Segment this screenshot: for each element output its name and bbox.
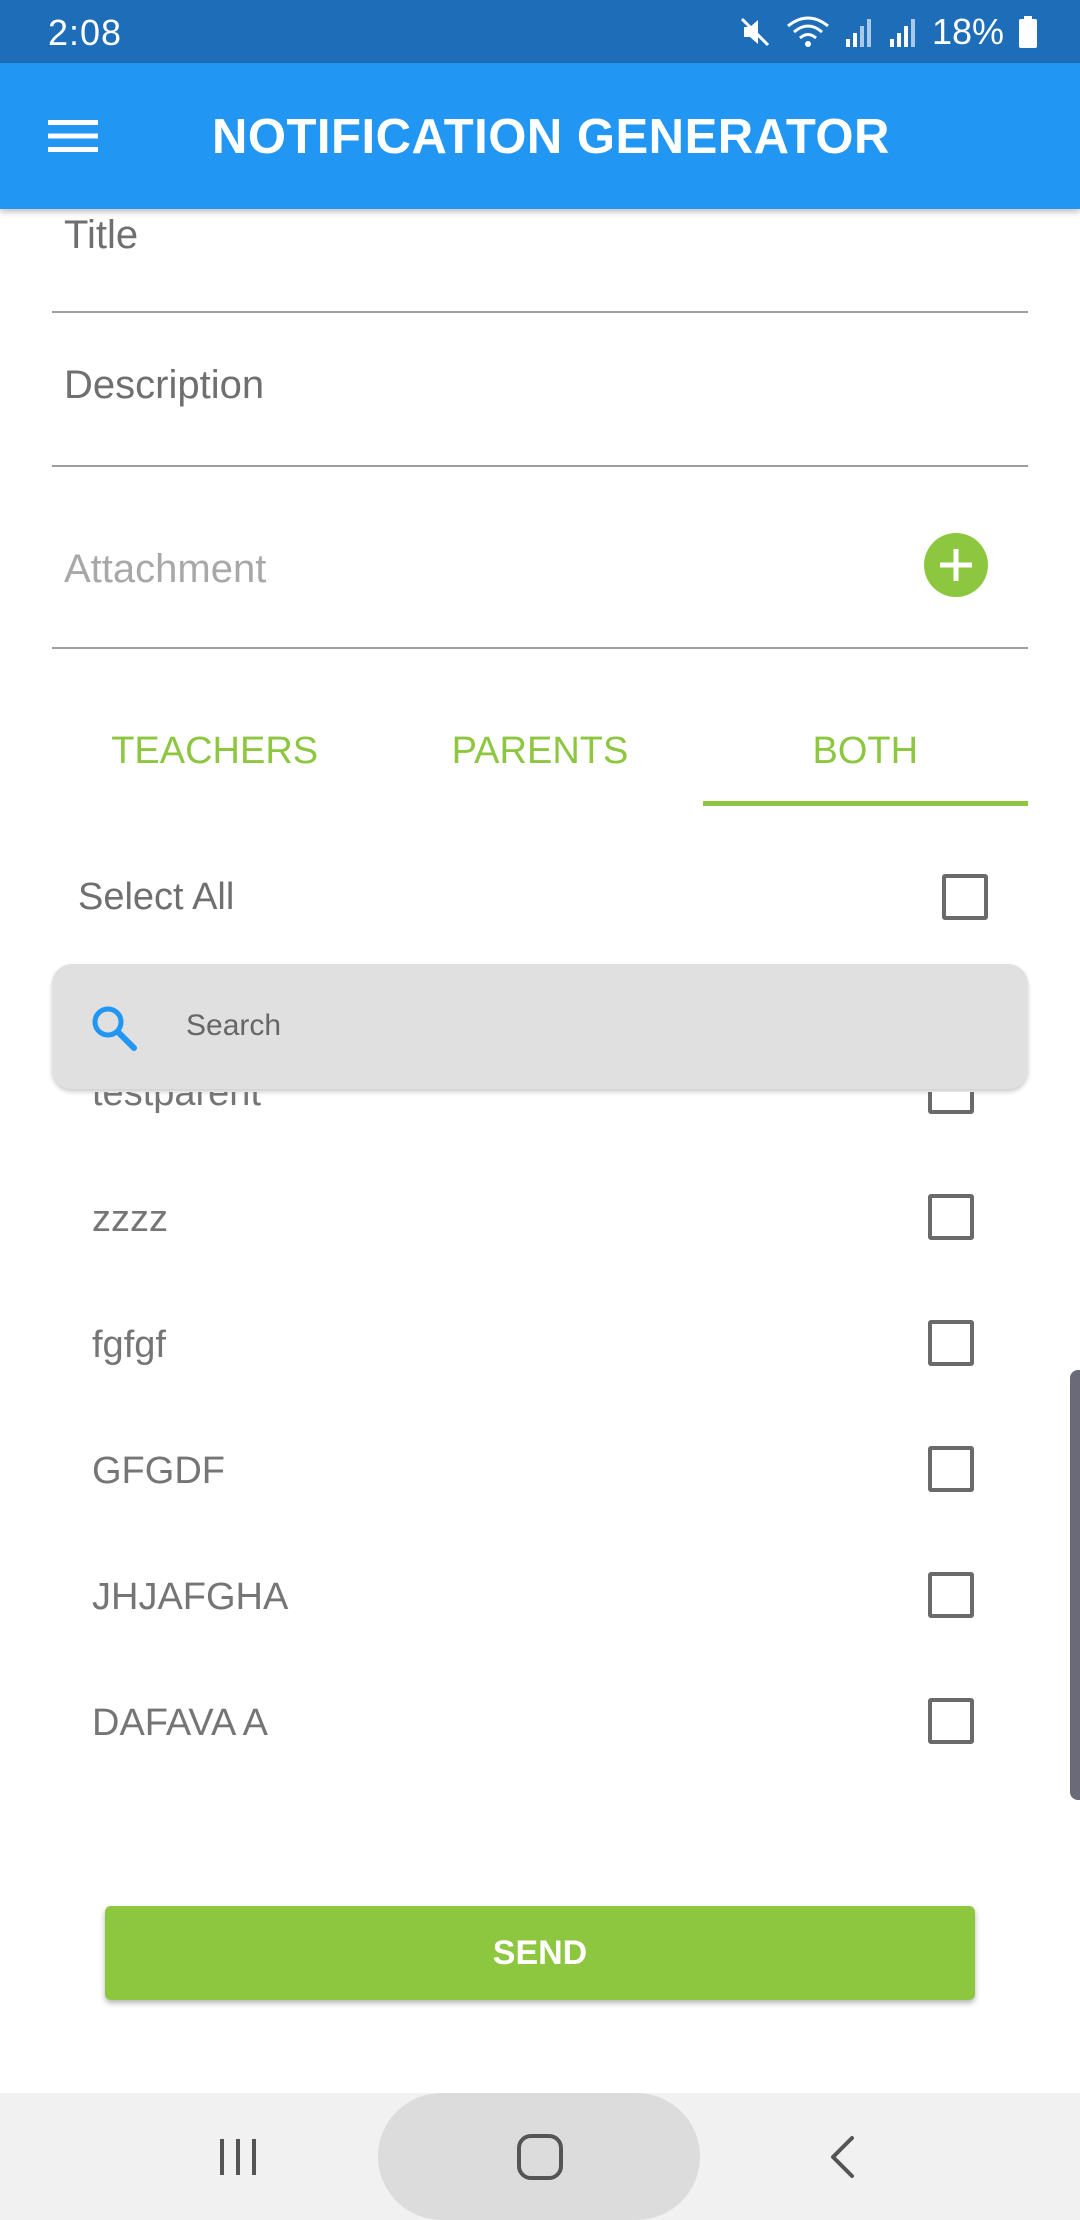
send-button[interactable]: SEND [105, 1906, 975, 2000]
description-field[interactable]: Description [52, 313, 1028, 467]
recipient-tabs: TEACHERS PARENTS BOTH [52, 700, 1029, 806]
select-all-label: Select All [78, 876, 235, 918]
signal-icon [888, 15, 918, 49]
battery-percent: 18% [931, 11, 1004, 52]
list-item-label: zzzz [92, 1198, 168, 1240]
search-icon [92, 1006, 137, 1051]
status-time: 2:08 [48, 12, 123, 53]
attachment-field: Attachment [52, 467, 1028, 649]
list-item[interactable]: testparent [52, 1092, 1028, 1156]
list-item-checkbox[interactable] [928, 1320, 974, 1366]
signal-icon [844, 15, 874, 49]
description-field-label: Description [64, 363, 265, 407]
status-icons: 18% [738, 10, 1038, 54]
recipient-list[interactable]: testparent zzzz fgfgf GFGDF JHJAFGHA DAF… [52, 1092, 1028, 1842]
system-nav-bar [0, 2093, 1080, 2220]
list-item-checkbox[interactable] [928, 1446, 974, 1492]
attachment-field-label: Attachment [64, 547, 267, 591]
search-bar [52, 964, 1028, 1089]
list-item[interactable]: GFGDF [52, 1408, 1028, 1534]
list-item-checkbox[interactable] [928, 1092, 974, 1114]
tab-parents[interactable]: PARENTS [377, 700, 702, 806]
list-item-label: fgfgf [92, 1324, 166, 1366]
menu-button[interactable] [30, 99, 116, 173]
battery-icon [1018, 15, 1038, 49]
select-all-row: Select All [52, 852, 1028, 942]
status-bar: 2:08 18% [0, 0, 1080, 63]
wifi-icon [786, 14, 830, 50]
home-icon [517, 2133, 563, 2180]
select-all-checkbox[interactable] [942, 874, 988, 920]
list-item-label: DAFAVA A [92, 1702, 269, 1744]
mute-icon [738, 15, 772, 49]
add-attachment-button[interactable] [924, 533, 988, 597]
list-item[interactable]: JHJAFGHA [52, 1534, 1028, 1660]
page-title: NOTIFICATION GENERATOR [212, 110, 890, 164]
plus-circle-icon [940, 549, 972, 581]
title-field-label: Title [64, 213, 139, 257]
tab-teachers[interactable]: TEACHERS [52, 700, 377, 806]
list-item[interactable]: zzzz [52, 1156, 1028, 1282]
list-item-checkbox[interactable] [928, 1194, 974, 1240]
back-button[interactable] [782, 2093, 902, 2220]
list-item-label: GFGDF [92, 1450, 225, 1492]
search-input[interactable] [186, 1000, 966, 1052]
list-item-label: JHJAFGHA [92, 1576, 289, 1618]
back-icon [831, 2135, 854, 2178]
recent-apps-button[interactable] [178, 2093, 298, 2220]
list-item-checkbox[interactable] [928, 1698, 974, 1744]
list-item[interactable]: fgfgf [52, 1282, 1028, 1408]
tab-both[interactable]: BOTH [702, 700, 1029, 806]
app-bar: NOTIFICATION GENERATOR [0, 63, 1080, 209]
hamburger-menu-icon [48, 120, 98, 152]
recent-apps-icon [220, 2138, 256, 2175]
scrollbar[interactable] [1070, 1370, 1080, 1800]
title-field[interactable]: Title [52, 209, 1028, 313]
list-item-label: testparent [92, 1092, 261, 1114]
list-item-checkbox[interactable] [928, 1572, 974, 1618]
home-button[interactable] [480, 2093, 600, 2220]
list-item[interactable]: DAFAVA A [52, 1660, 1028, 1786]
